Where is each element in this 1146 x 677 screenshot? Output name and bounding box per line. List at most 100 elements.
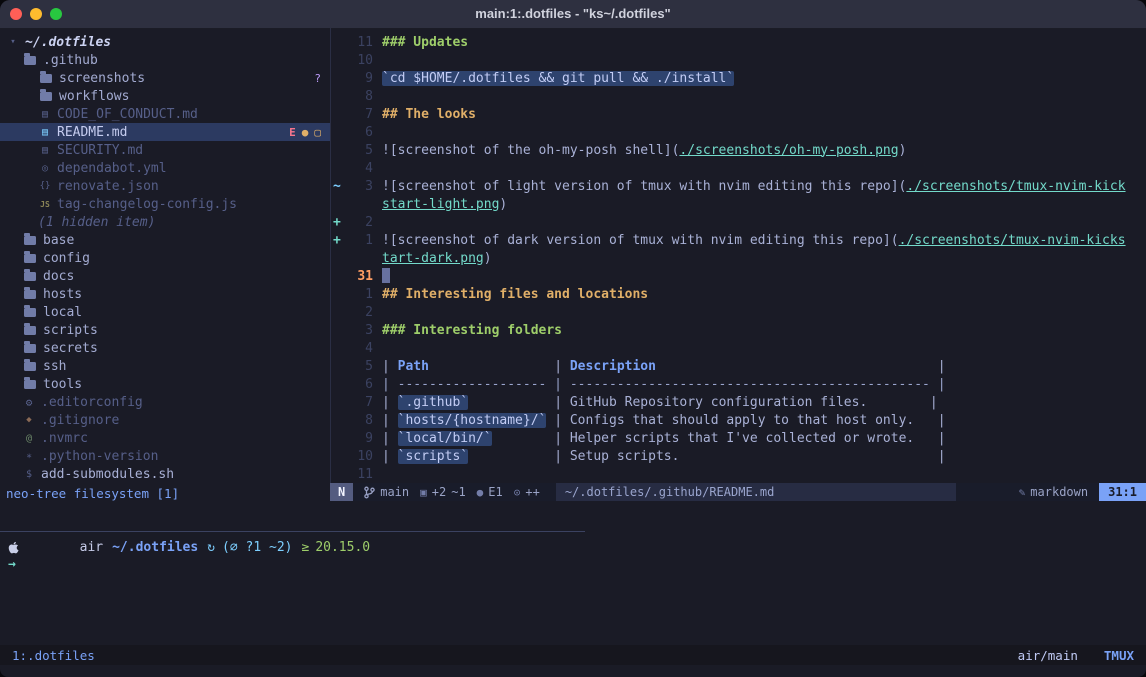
folder-icon	[24, 380, 36, 389]
tree-item-dependabot-yml[interactable]: ◎dependabot.yml	[0, 159, 330, 177]
gutter-sign: ~	[331, 179, 345, 194]
tree-item-ssh[interactable]: ssh	[0, 357, 330, 375]
editor-line[interactable]: +2	[331, 213, 1146, 231]
editor-line[interactable]: ~3![screenshot of light version of tmux …	[331, 177, 1146, 195]
tree-item-python-version[interactable]: ∗ .python-version	[0, 447, 330, 465]
pane-border[interactable]	[0, 531, 585, 532]
editor-line[interactable]: 4	[331, 159, 1146, 177]
editor-line[interactable]: 2	[331, 303, 1146, 321]
editor-line[interactable]: 7## The looks	[331, 105, 1146, 123]
line-number: 2	[345, 305, 373, 320]
folder-icon	[24, 362, 36, 371]
prompt-arrow[interactable]: →	[8, 556, 16, 574]
tree-item-config[interactable]: config	[0, 249, 330, 267]
editor-line[interactable]: 5| Path | Description |	[331, 357, 1146, 375]
editor-line[interactable]: tart-dark.png)	[331, 249, 1146, 267]
close-button[interactable]	[10, 8, 22, 20]
editor-line[interactable]: 8| `hosts/{hostname}/` | Configs that sh…	[331, 411, 1146, 429]
line-number: 11	[345, 467, 373, 482]
editor-line[interactable]: 31	[331, 267, 1146, 285]
tmux-session-name: air/main	[1018, 648, 1078, 663]
file-md-icon: ▤	[38, 127, 52, 138]
editor-line[interactable]: 11	[331, 465, 1146, 483]
tree-item-tag-changelog-config-js[interactable]: JStag-changelog-config.js	[0, 195, 330, 213]
lsp-icon: ⊙	[514, 486, 521, 499]
editor-line[interactable]: 10| `scripts` | Setup scripts. |	[331, 447, 1146, 465]
filetype-label: markdown	[1030, 485, 1088, 499]
tree-item-tools[interactable]: tools	[0, 375, 330, 393]
folder-icon	[24, 290, 36, 299]
editor-line[interactable]: 11### Updates	[331, 33, 1146, 51]
file-py-icon: ∗	[22, 451, 36, 462]
file-sh-icon: $	[22, 469, 36, 480]
tree-item-scripts[interactable]: scripts	[0, 321, 330, 339]
tree-item-hosts[interactable]: hosts	[0, 285, 330, 303]
tree-item-base[interactable]: base	[0, 231, 330, 249]
tree-item-label: .python-version	[41, 449, 158, 464]
tree-item-gitignore[interactable]: ◆.gitignore	[0, 411, 330, 429]
editor-line-text: start-light.png)	[373, 197, 507, 212]
minimize-button[interactable]	[30, 8, 42, 20]
editor-line[interactable]: 10	[331, 51, 1146, 69]
line-number: 4	[345, 161, 373, 176]
folder-icon	[24, 344, 36, 353]
editor-line[interactable]: 9| `local/bin/` | Helper scripts that I'…	[331, 429, 1146, 447]
tree-item-github[interactable]: .github	[0, 51, 330, 69]
line-number: 2	[345, 215, 373, 230]
folder-icon	[24, 272, 36, 281]
editor-line[interactable]: 4	[331, 339, 1146, 357]
diagnostics: ● E1	[477, 485, 503, 499]
tree-item-label: base	[43, 233, 74, 248]
editor-line[interactable]: 3### Interesting folders	[331, 321, 1146, 339]
line-number: 7	[345, 395, 373, 410]
tree-item-nvmrc[interactable]: @.nvmrc	[0, 429, 330, 447]
tree-item-label: dependabot.yml	[57, 161, 167, 176]
diagnostics-icon: ●	[477, 486, 484, 499]
tree-item-label: local	[43, 305, 82, 320]
editor-line[interactable]: 6| ------------------- | ---------------…	[331, 375, 1146, 393]
tree-item-label: SECURITY.md	[57, 143, 143, 158]
tree-item-local[interactable]: local	[0, 303, 330, 321]
tmux-window-name[interactable]: 1:.dotfiles	[12, 648, 95, 663]
editor-line-text	[373, 268, 390, 285]
diff-added: +2	[432, 485, 446, 499]
editor-lines[interactable]: 11### Updates109`cd $HOME/.dotfiles && g…	[331, 33, 1146, 483]
editor-line[interactable]: 1## Interesting files and locations	[331, 285, 1146, 303]
line-number: 31	[345, 269, 373, 284]
folder-icon	[24, 236, 36, 245]
tree-item-label: add-submodules.sh	[41, 467, 174, 482]
node-version: 20.15.0	[315, 540, 370, 555]
tree-item-readme-md[interactable]: ▤README.mdE●▢	[0, 123, 330, 141]
editor-line[interactable]: 5![screenshot of the oh-my-posh shell](.…	[331, 141, 1146, 159]
editor-line[interactable]: +1![screenshot of dark version of tmux w…	[331, 231, 1146, 249]
tree-item-dotfiles[interactable]: ▾~/.dotfiles	[0, 33, 330, 51]
tree-item-editorconfig[interactable]: ⚙.editorconfig	[0, 393, 330, 411]
prompt-path: ~/.dotfiles	[112, 540, 198, 555]
line-number: 5	[345, 143, 373, 158]
tree-item-label: renovate.json	[57, 179, 159, 194]
editor-line[interactable]: 8	[331, 87, 1146, 105]
tree-item-label: .editorconfig	[41, 395, 143, 410]
tree-item-secrets[interactable]: secrets	[0, 339, 330, 357]
tree-item-security-md[interactable]: ▤SECURITY.md	[0, 141, 330, 159]
zoom-button[interactable]	[50, 8, 62, 20]
editor-line-text: ![screenshot of dark version of tmux wit…	[373, 233, 1126, 248]
tree-item-label: .gitignore	[41, 413, 119, 428]
editor-line[interactable]: start-light.png)	[331, 195, 1146, 213]
tree-item-renovate-json[interactable]: {}renovate.json	[0, 177, 330, 195]
tree-item-1-hidden-item[interactable]: (1 hidden item)	[0, 213, 330, 231]
tree-item-label: tag-changelog-config.js	[57, 197, 237, 212]
line-number: 9	[345, 71, 373, 86]
tree-item-label: ssh	[43, 359, 66, 374]
tree-item-screenshots[interactable]: screenshots?	[0, 69, 330, 87]
tree-item-code-of-conduct-md[interactable]: ▤CODE_OF_CONDUCT.md	[0, 105, 330, 123]
editor-line[interactable]: 6	[331, 123, 1146, 141]
editor-line[interactable]: 9`cd $HOME/.dotfiles && git pull && ./in…	[331, 69, 1146, 87]
terminal-window: main:1:.dotfiles - "ks~/.dotfiles" ▾~/.d…	[0, 0, 1146, 677]
shell-prompt: air ~/.dotfiles ↻ (⌀ ?1 ~2) ≥ 20.15.0	[8, 538, 370, 556]
tree-item-workflows[interactable]: workflows	[0, 87, 330, 105]
nvim-statusline: N main ▣ +2 ~1 ● E1 ⊙ ++ ~/.dotfil	[330, 483, 1146, 501]
editor-line[interactable]: 7| `.github` | GitHub Repository configu…	[331, 393, 1146, 411]
tree-item-docs[interactable]: docs	[0, 267, 330, 285]
tree-item-add-submodules-sh[interactable]: $ add-submodules.sh	[0, 465, 330, 483]
